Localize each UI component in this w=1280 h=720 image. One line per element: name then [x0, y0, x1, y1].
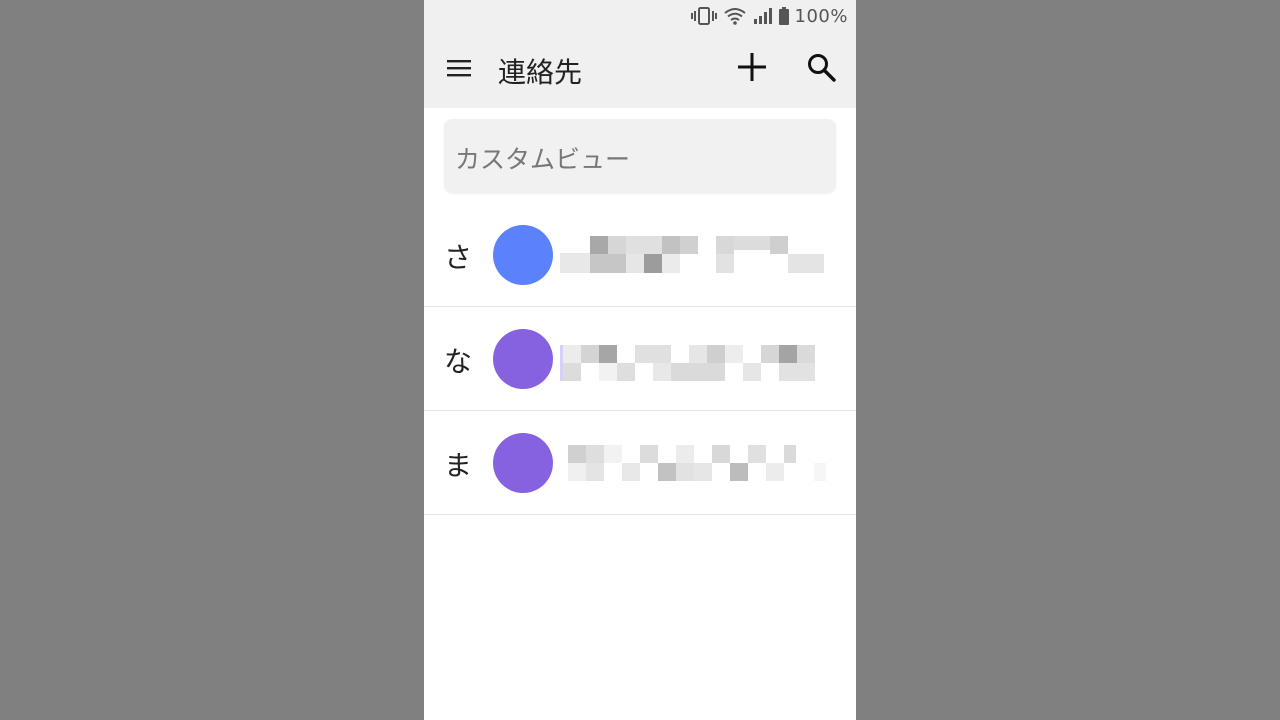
menu-icon — [447, 59, 471, 81]
vibrate-icon — [690, 7, 717, 25]
search-icon — [806, 52, 836, 86]
menu-button[interactable] — [444, 55, 474, 85]
add-contact-button[interactable] — [733, 50, 771, 88]
contact-row[interactable]: ま — [424, 411, 856, 515]
contact-row[interactable]: な — [424, 307, 856, 411]
contact-name-pixelated — [560, 345, 815, 381]
custom-view-button[interactable]: カスタムビュー — [444, 119, 836, 193]
status-bar: 100% — [424, 0, 856, 32]
app-bar: 連絡先 — [424, 32, 856, 108]
battery-percent: 100% — [794, 5, 848, 27]
wifi-icon — [723, 7, 747, 25]
custom-view-label: カスタムビュー — [455, 145, 631, 174]
battery-icon — [778, 7, 789, 25]
search-button[interactable] — [802, 50, 840, 88]
contact-name-pixelated — [560, 236, 824, 273]
signal-icon — [753, 7, 773, 25]
avatar — [493, 225, 553, 285]
contact-row[interactable]: さ — [424, 203, 856, 307]
index-letter: ま — [444, 449, 473, 482]
avatar — [493, 329, 553, 389]
index-letter: さ — [444, 241, 473, 274]
phone-screen: 100% 連絡先 カスタムビュー さ な ま — [424, 0, 856, 720]
page-title: 連絡先 — [498, 56, 583, 89]
contact-name-pixelated — [568, 445, 826, 481]
add-icon — [737, 52, 767, 86]
avatar — [493, 433, 553, 493]
index-letter: な — [444, 345, 473, 378]
